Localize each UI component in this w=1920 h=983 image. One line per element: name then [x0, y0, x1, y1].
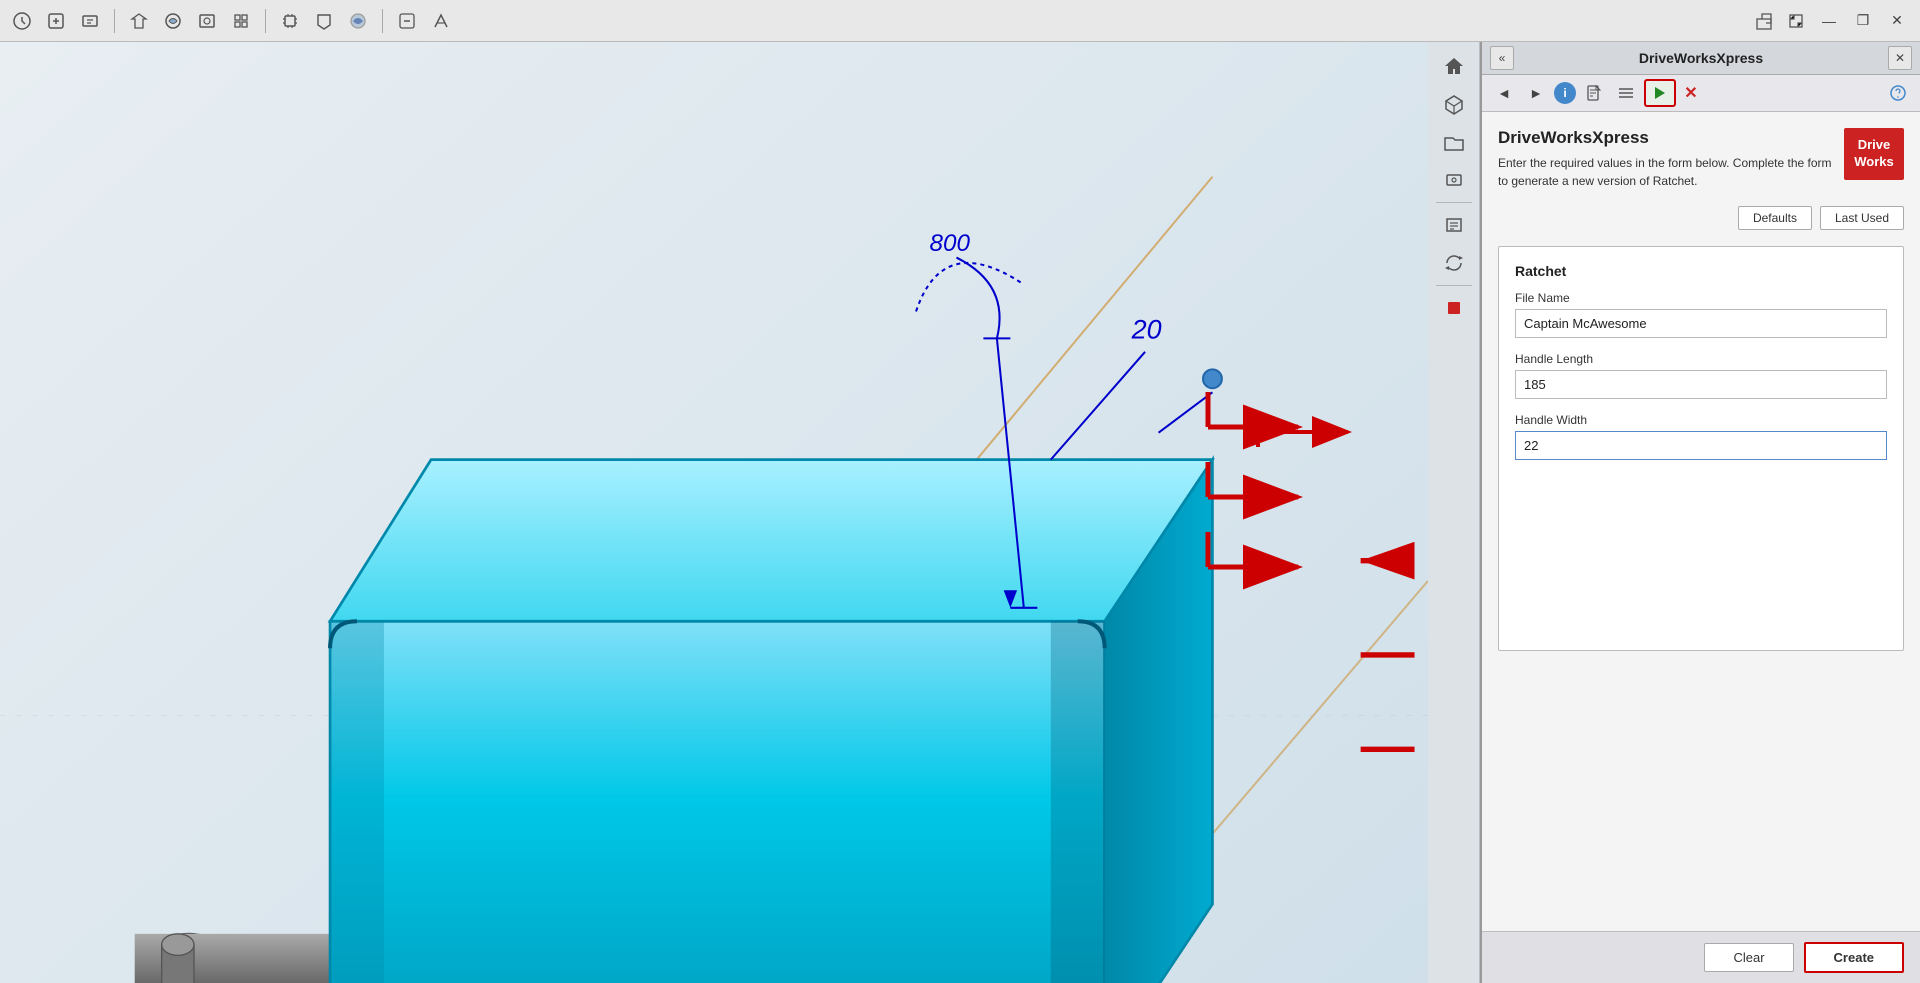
- svg-text:800: 800: [930, 230, 971, 257]
- sidebar-btn-model[interactable]: [1435, 86, 1473, 122]
- main-area: 110 20 800: [0, 42, 1920, 983]
- panel-help-button[interactable]: [1884, 80, 1912, 106]
- side-panel: « DriveWorksXpress ✕ ◄ ► i ✕: [1480, 42, 1920, 983]
- toolbar-separator-2: [265, 9, 266, 33]
- handle-width-field: Handle Width: [1515, 413, 1887, 460]
- cad-viewport[interactable]: 110 20 800: [0, 42, 1428, 983]
- toolbar-icon-7[interactable]: [227, 7, 255, 35]
- file-name-field: File Name: [1515, 291, 1887, 338]
- defaults-button[interactable]: Defaults: [1738, 206, 1812, 230]
- toolbar-separator-1: [114, 9, 115, 33]
- panel-forward-button[interactable]: ►: [1522, 80, 1550, 106]
- window-controls: — ❐ ✕: [1750, 7, 1912, 35]
- panel-close-x-button[interactable]: ✕: [1680, 82, 1702, 104]
- panel-footer: Clear Create: [1482, 931, 1920, 983]
- toolbar-icon-4[interactable]: [125, 7, 153, 35]
- svg-text:20: 20: [1131, 314, 1162, 344]
- sidebar-divider-1: [1436, 202, 1472, 203]
- viewport-btn-1[interactable]: [1750, 7, 1778, 35]
- toolbar-icon-10[interactable]: [344, 7, 372, 35]
- panel-content: DriveWorksXpress Enter the required valu…: [1482, 112, 1920, 931]
- last-used-button[interactable]: Last Used: [1820, 206, 1904, 230]
- toolbar-separator-3: [382, 9, 383, 33]
- driveworks-title: DriveWorksXpress: [1498, 128, 1832, 148]
- toolbar-icon-5[interactable]: [159, 7, 187, 35]
- icon-sidebar: [1428, 42, 1480, 983]
- form-box: Ratchet File Name Handle Length Handle W…: [1498, 246, 1904, 651]
- file-name-input[interactable]: [1515, 309, 1887, 338]
- panel-back-button[interactable]: ◄: [1490, 80, 1518, 106]
- handle-width-input[interactable]: [1515, 431, 1887, 460]
- panel-settings-button[interactable]: [1612, 80, 1640, 106]
- toolbar-icon-1[interactable]: [8, 7, 36, 35]
- defaults-row: Defaults Last Used: [1498, 206, 1904, 230]
- minimize-button[interactable]: —: [1814, 9, 1844, 33]
- panel-detach-button[interactable]: ✕: [1888, 46, 1912, 70]
- sidebar-btn-refresh[interactable]: [1435, 245, 1473, 281]
- driveworks-description: Enter the required values in the form be…: [1498, 154, 1832, 190]
- form-empty-space: [1515, 474, 1887, 634]
- sidebar-btn-settings[interactable]: [1435, 162, 1473, 198]
- driveworks-logo: Drive Works: [1844, 128, 1904, 180]
- toolbar-icon-2[interactable]: [42, 7, 70, 35]
- sidebar-btn-folder[interactable]: [1435, 124, 1473, 160]
- sidebar-divider-2: [1436, 285, 1472, 286]
- toolbar-icon-12[interactable]: [427, 7, 455, 35]
- panel-title: DriveWorksXpress: [1514, 50, 1888, 66]
- clear-button[interactable]: Clear: [1704, 943, 1793, 972]
- viewport-btn-2[interactable]: [1782, 7, 1810, 35]
- file-name-label: File Name: [1515, 291, 1887, 305]
- handle-length-input[interactable]: [1515, 370, 1887, 399]
- sidebar-btn-home[interactable]: [1435, 48, 1473, 84]
- panel-collapse-button[interactable]: «: [1490, 46, 1514, 70]
- handle-length-label: Handle Length: [1515, 352, 1887, 366]
- panel-run-button[interactable]: [1644, 79, 1676, 107]
- toolbar-icon-8[interactable]: [276, 7, 304, 35]
- toolbar-icon-11[interactable]: [393, 7, 421, 35]
- panel-info-button[interactable]: i: [1554, 82, 1576, 104]
- restore-button[interactable]: ❐: [1848, 9, 1878, 33]
- panel-doc-button[interactable]: [1580, 80, 1608, 106]
- handle-width-label: Handle Width: [1515, 413, 1887, 427]
- toolbar-icon-6[interactable]: [193, 7, 221, 35]
- toolbar-icon-3[interactable]: [76, 7, 104, 35]
- sidebar-btn-list[interactable]: [1435, 207, 1473, 243]
- handle-length-field: Handle Length: [1515, 352, 1887, 399]
- driveworks-header: DriveWorksXpress Enter the required valu…: [1498, 128, 1904, 190]
- cad-canvas: 110 20 800: [0, 42, 1428, 983]
- sidebar-btn-red[interactable]: [1435, 290, 1473, 326]
- panel-header: « DriveWorksXpress ✕: [1482, 42, 1920, 75]
- top-toolbar: — ❐ ✕: [0, 0, 1920, 42]
- create-button[interactable]: Create: [1804, 942, 1904, 973]
- form-section-title: Ratchet: [1515, 263, 1887, 279]
- panel-toolbar: ◄ ► i ✕: [1482, 75, 1920, 112]
- close-button[interactable]: ✕: [1882, 9, 1912, 33]
- toolbar-icon-9[interactable]: [310, 7, 338, 35]
